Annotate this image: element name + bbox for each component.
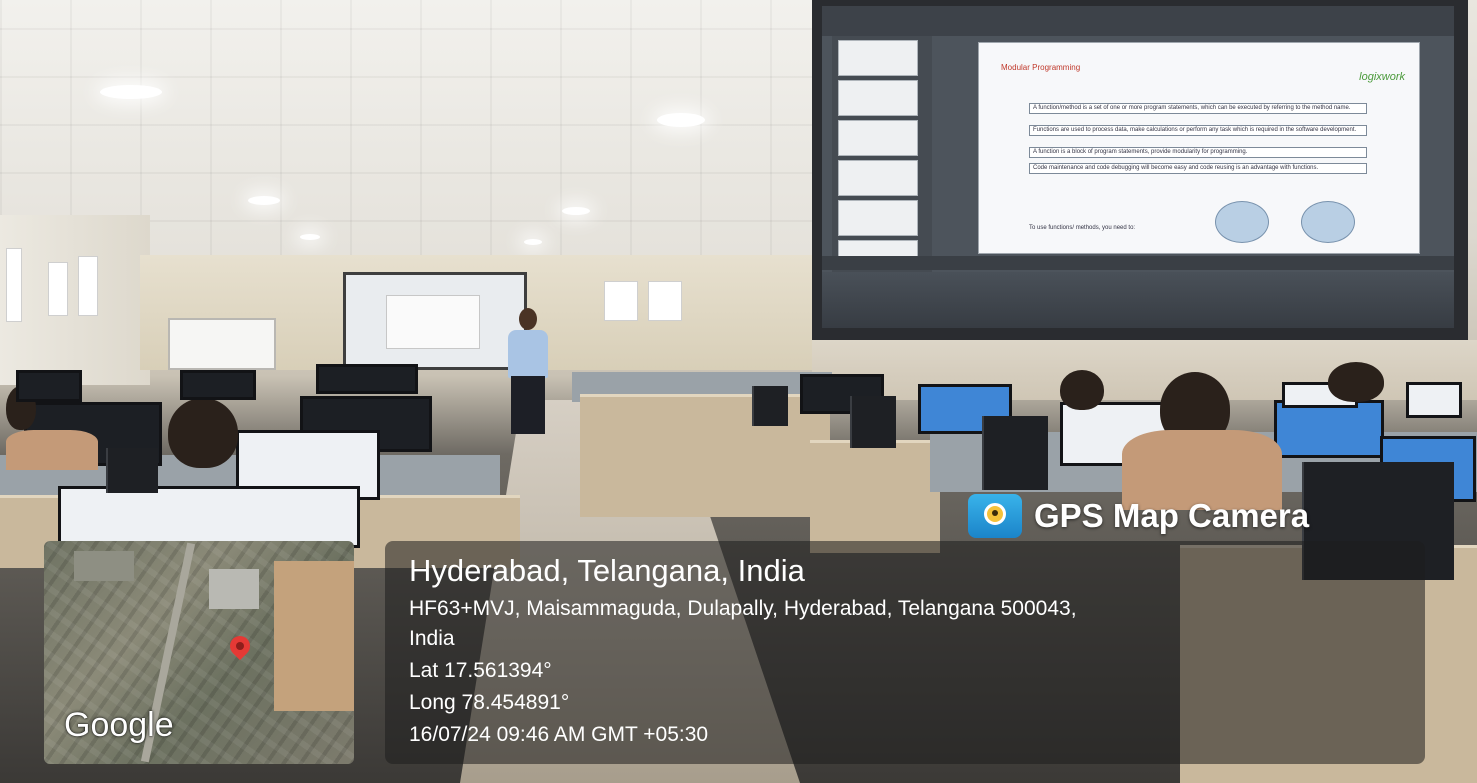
map-building <box>209 569 259 609</box>
student-head <box>1328 362 1384 402</box>
slide-point: A function is a block of program stateme… <box>1029 147 1367 158</box>
ceiling-light <box>300 234 320 240</box>
ceiling-light <box>248 196 280 205</box>
wall-poster <box>6 248 22 322</box>
ceiling-light <box>657 113 705 127</box>
slide-logo: logixwork <box>1359 71 1405 83</box>
monitor <box>1406 382 1462 418</box>
map-building <box>74 551 134 581</box>
slide-thumbnail <box>838 40 918 76</box>
monitor <box>58 486 360 548</box>
map-field <box>274 561 354 711</box>
slide-thumbnail <box>838 200 918 236</box>
location-pin-icon <box>225 631 255 661</box>
gps-map-camera-badge: GPS Map Camera <box>968 494 1309 538</box>
presenter <box>508 330 548 378</box>
computer-tower <box>106 448 158 493</box>
projector-screen-back <box>343 272 527 370</box>
monitor <box>1274 400 1384 458</box>
desk <box>810 440 940 553</box>
timestamp: 16/07/24 09:46 AM GMT +05:30 <box>409 723 709 746</box>
wall-poster <box>78 256 98 316</box>
longitude: Long 78.454891° <box>409 691 570 714</box>
monitor <box>180 370 256 400</box>
presentation-ribbon <box>822 6 1454 36</box>
wall-poster <box>604 281 638 321</box>
presentation-statusbar <box>822 256 1454 270</box>
gps-camera-icon <box>968 494 1022 538</box>
ceiling-light <box>562 207 590 215</box>
slide-shape <box>1215 201 1269 243</box>
computer-tower <box>850 396 896 448</box>
location-title: Hyderabad, Telangana, India <box>409 553 805 588</box>
slide-title: Modular Programming <box>1001 63 1081 72</box>
presenter-legs <box>511 376 545 434</box>
left-wall <box>0 215 150 385</box>
slide-thumbnail <box>838 80 918 116</box>
google-logo: Google <box>64 706 174 744</box>
slide-point: Code maintenance and code debugging will… <box>1029 163 1367 174</box>
slide-point: Functions are used to process data, make… <box>1029 125 1367 136</box>
location-info-panel: Hyderabad, Telangana, India HF63+MVJ, Ma… <box>385 541 1425 764</box>
map-thumbnail: Google <box>44 541 354 764</box>
student-head <box>1060 370 1104 410</box>
desk <box>580 394 830 517</box>
student <box>6 430 98 470</box>
latitude: Lat 17.561394° <box>409 659 552 682</box>
slide-point: A function/method is a set of one or mor… <box>1029 103 1367 114</box>
projected-slide: Modular Programming logixwork A function… <box>978 42 1420 254</box>
computer-tower <box>752 386 788 426</box>
slide-footer: To use functions/ methods, you need to: <box>1029 225 1136 231</box>
address-line: HF63+MVJ, Maisammaguda, Dulapally, Hyder… <box>409 597 1077 620</box>
slide-thumbnail <box>838 120 918 156</box>
student-head <box>168 398 238 468</box>
address-line: India <box>409 627 455 650</box>
monitor <box>16 370 82 402</box>
ceiling-light <box>100 85 162 99</box>
whiteboard <box>168 318 276 370</box>
slide-shape <box>1301 201 1355 243</box>
slide-thumbnails <box>832 36 932 272</box>
presenter-head <box>519 308 537 330</box>
screen-lower-area <box>822 272 1454 328</box>
monitor <box>316 364 418 394</box>
slide-thumbnail <box>838 160 918 196</box>
app-name: GPS Map Camera <box>1034 497 1310 534</box>
computer-tower <box>982 416 1048 490</box>
wall-poster <box>648 281 682 321</box>
classroom-photo: Modular Programming logixwork A function… <box>0 0 1477 783</box>
wall-poster <box>48 262 68 316</box>
ceiling-light <box>524 239 542 245</box>
